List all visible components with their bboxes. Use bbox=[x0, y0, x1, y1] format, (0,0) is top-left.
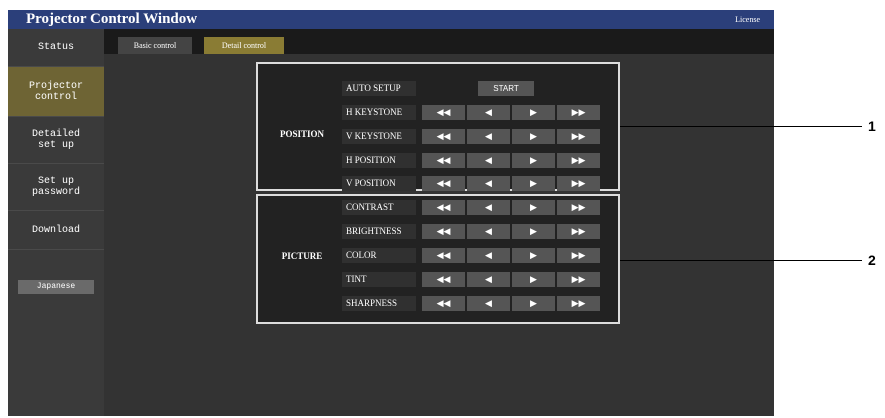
brightness-left-button[interactable]: ◀ bbox=[467, 224, 510, 239]
v-keystone-left-button[interactable]: ◀ bbox=[467, 129, 510, 144]
callout-1-line bbox=[620, 126, 862, 127]
contrast-right-button[interactable]: ▶ bbox=[512, 200, 555, 215]
h-keystone-fast-left-button[interactable]: ◀◀ bbox=[422, 105, 465, 120]
callout-2-line bbox=[620, 260, 862, 261]
v-keystone-right-button[interactable]: ▶ bbox=[512, 129, 555, 144]
v-position-right-button[interactable]: ▶ bbox=[512, 176, 555, 191]
color-fast-right-button[interactable]: ▶▶ bbox=[557, 248, 600, 263]
contrast-left-button[interactable]: ◀ bbox=[467, 200, 510, 215]
sharpness-fast-left-button[interactable]: ◀◀ bbox=[422, 296, 465, 311]
auto-setup-label: AUTO SETUP bbox=[342, 81, 416, 96]
sidebar-item-download[interactable]: Download bbox=[8, 211, 104, 250]
sharpness-right-button[interactable]: ▶ bbox=[512, 296, 555, 311]
brightness-fast-right-button[interactable]: ▶▶ bbox=[557, 224, 600, 239]
color-fast-left-button[interactable]: ◀◀ bbox=[422, 248, 465, 263]
h-position-right-button[interactable]: ▶ bbox=[512, 153, 555, 168]
sidebar-item-status[interactable]: Status bbox=[8, 29, 104, 67]
h-keystone-label: H KEYSTONE bbox=[342, 105, 416, 120]
h-keystone-right-button[interactable]: ▶ bbox=[512, 105, 555, 120]
sidebar: Status Projector control Detailed set up… bbox=[8, 29, 104, 416]
picture-title: PICTURE bbox=[281, 251, 323, 261]
tint-label: TINT bbox=[342, 272, 416, 287]
tint-fast-left-button[interactable]: ◀◀ bbox=[422, 272, 465, 287]
tint-controls: ◀◀ ◀ ▶ ▶▶ bbox=[422, 272, 600, 287]
h-position-left-button[interactable]: ◀ bbox=[467, 153, 510, 168]
v-position-fast-right-button[interactable]: ▶▶ bbox=[557, 176, 600, 191]
h-keystone-fast-right-button[interactable]: ▶▶ bbox=[557, 105, 600, 120]
color-label: COLOR bbox=[342, 248, 416, 263]
picture-section: PICTURE CONTRAST ◀◀ ◀ ▶ ▶▶ BRIGHTNESS ◀◀… bbox=[256, 194, 620, 324]
contrast-label: CONTRAST bbox=[342, 200, 416, 215]
h-keystone-controls: ◀◀ ◀ ▶ ▶▶ bbox=[422, 105, 600, 120]
contrast-controls: ◀◀ ◀ ▶ ▶▶ bbox=[422, 200, 600, 215]
color-right-button[interactable]: ▶ bbox=[512, 248, 555, 263]
position-title: POSITION bbox=[279, 129, 324, 139]
sidebar-item-projector-control[interactable]: Projector control bbox=[8, 67, 104, 117]
h-position-fast-right-button[interactable]: ▶▶ bbox=[557, 153, 600, 168]
h-position-label: H POSITION bbox=[342, 153, 416, 168]
callout-2-number: 2 bbox=[868, 252, 876, 268]
h-keystone-left-button[interactable]: ◀ bbox=[467, 105, 510, 120]
v-position-controls: ◀◀ ◀ ▶ ▶▶ bbox=[422, 176, 600, 191]
app-title: Projector Control Window bbox=[26, 11, 198, 27]
brightness-fast-left-button[interactable]: ◀◀ bbox=[422, 224, 465, 239]
v-keystone-fast-right-button[interactable]: ▶▶ bbox=[557, 129, 600, 144]
sharpness-fast-right-button[interactable]: ▶▶ bbox=[557, 296, 600, 311]
v-keystone-controls: ◀◀ ◀ ▶ ▶▶ bbox=[422, 129, 600, 144]
japanese-button[interactable]: Japanese bbox=[18, 280, 94, 294]
color-left-button[interactable]: ◀ bbox=[467, 248, 510, 263]
auto-setup-start-button[interactable]: START bbox=[478, 81, 534, 96]
h-position-fast-left-button[interactable]: ◀◀ bbox=[422, 153, 465, 168]
contrast-fast-right-button[interactable]: ▶▶ bbox=[557, 200, 600, 215]
brightness-controls: ◀◀ ◀ ▶ ▶▶ bbox=[422, 224, 600, 239]
v-keystone-label: V KEYSTONE bbox=[342, 129, 416, 144]
title-bar: Projector Control Window License bbox=[8, 10, 774, 29]
tab-basic-control[interactable]: Basic control bbox=[118, 37, 192, 54]
color-controls: ◀◀ ◀ ▶ ▶▶ bbox=[422, 248, 600, 263]
v-position-label: V POSITION bbox=[342, 176, 416, 191]
tint-left-button[interactable]: ◀ bbox=[467, 272, 510, 287]
sharpness-label: SHARPNESS bbox=[342, 296, 416, 311]
sidebar-item-detailed-set-up[interactable]: Detailed set up bbox=[8, 117, 104, 164]
v-position-left-button[interactable]: ◀ bbox=[467, 176, 510, 191]
tint-right-button[interactable]: ▶ bbox=[512, 272, 555, 287]
sidebar-item-set-up-password[interactable]: Set up password bbox=[8, 164, 104, 211]
sharpness-left-button[interactable]: ◀ bbox=[467, 296, 510, 311]
tab-bar: Basic control Detail control bbox=[104, 29, 774, 54]
license-link[interactable]: License bbox=[735, 15, 760, 24]
sharpness-controls: ◀◀ ◀ ▶ ▶▶ bbox=[422, 296, 600, 311]
callout-1-number: 1 bbox=[868, 118, 876, 134]
brightness-label: BRIGHTNESS bbox=[342, 224, 416, 239]
tint-fast-right-button[interactable]: ▶▶ bbox=[557, 272, 600, 287]
v-position-fast-left-button[interactable]: ◀◀ bbox=[422, 176, 465, 191]
contrast-fast-left-button[interactable]: ◀◀ bbox=[422, 200, 465, 215]
tab-detail-control[interactable]: Detail control bbox=[204, 37, 284, 54]
v-keystone-fast-left-button[interactable]: ◀◀ bbox=[422, 129, 465, 144]
h-position-controls: ◀◀ ◀ ▶ ▶▶ bbox=[422, 153, 600, 168]
brightness-right-button[interactable]: ▶ bbox=[512, 224, 555, 239]
position-section: POSITION AUTO SETUP START H KEYSTONE ◀◀ … bbox=[256, 62, 620, 191]
